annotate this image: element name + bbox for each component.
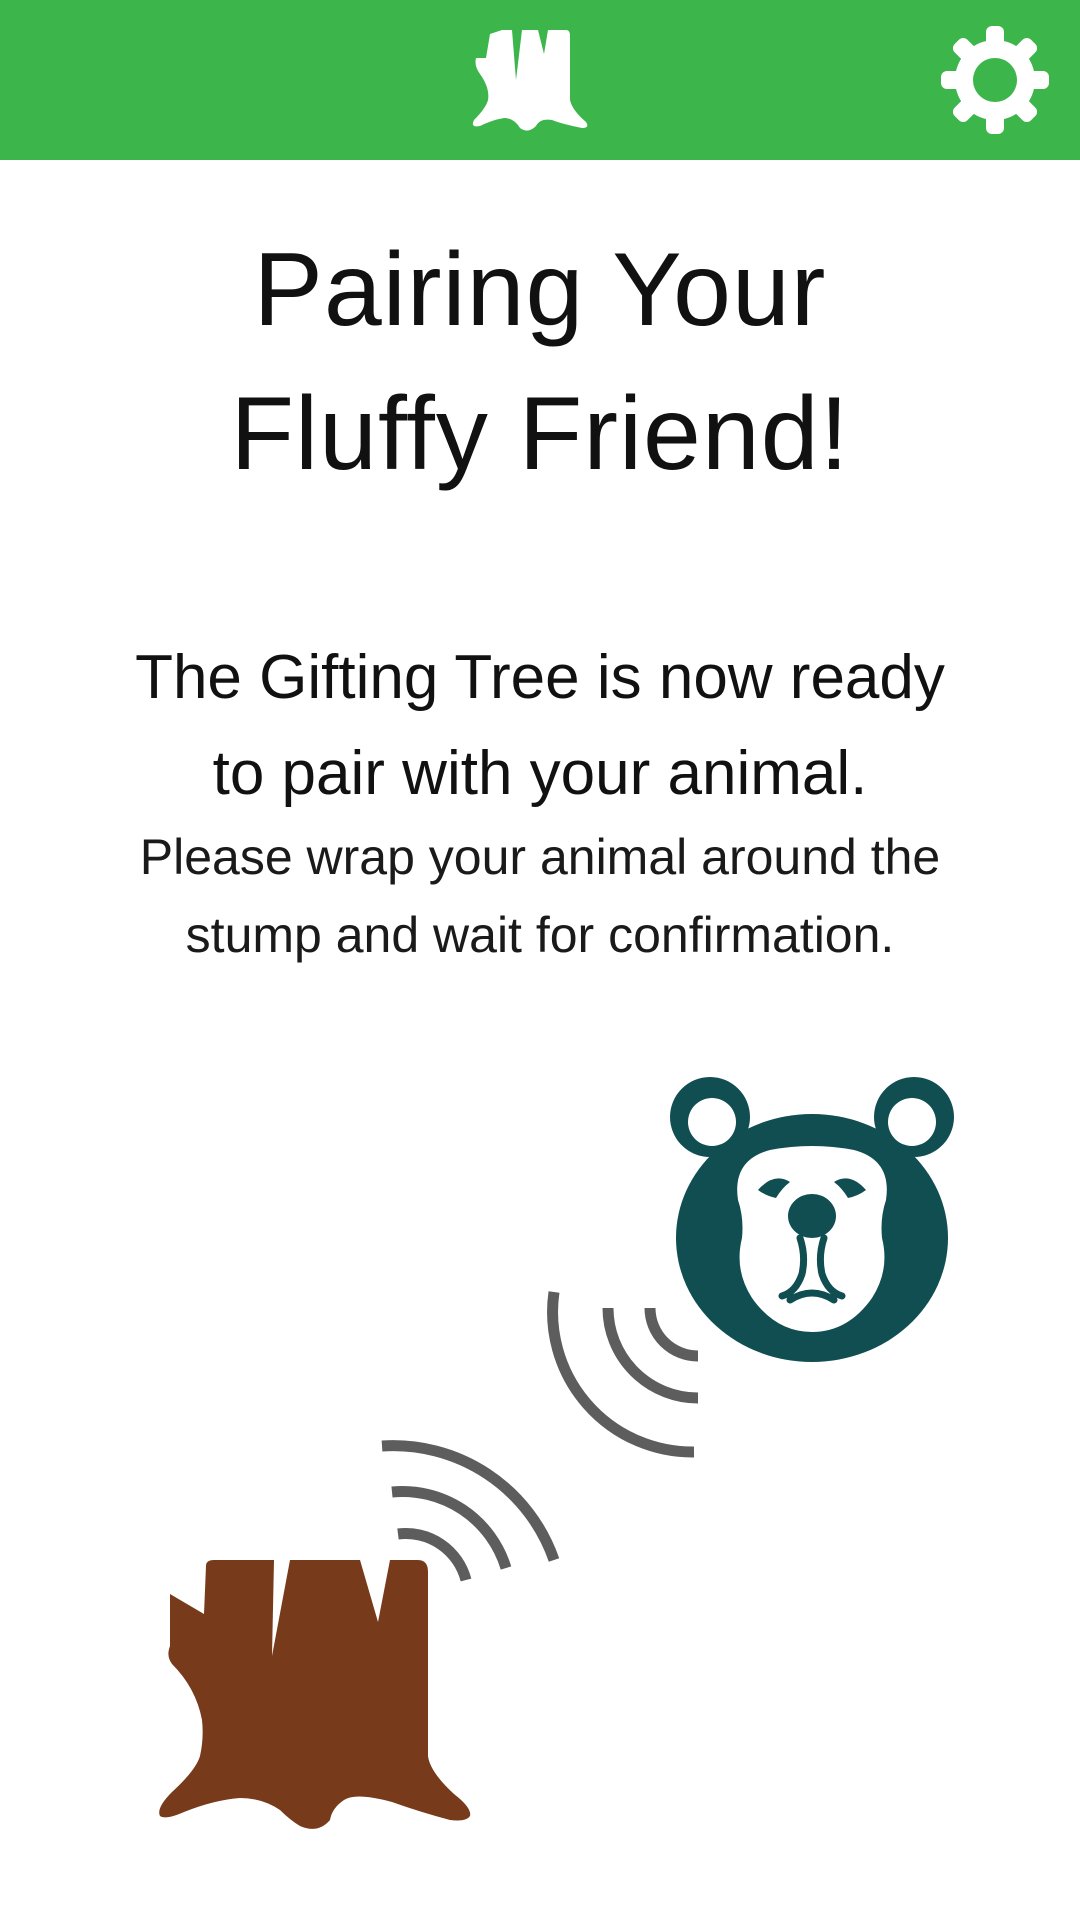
pairing-screen: Pairing Your Fluffy Friend! The Gifting … bbox=[0, 0, 1080, 1920]
instruction-message: Please wrap your animal around the stump… bbox=[0, 818, 1080, 974]
page-title-line-2: Fluffy Friend! bbox=[230, 376, 850, 492]
instruction-line-2: stump and wait for confirmation. bbox=[185, 907, 895, 963]
pairing-illustration bbox=[159, 1077, 954, 1829]
wireless-signal-icon bbox=[381, 1440, 560, 1582]
tree-stump-logo-icon bbox=[472, 30, 588, 131]
page-title-line-1: Pairing Your bbox=[253, 232, 827, 348]
instruction-line-1: Please wrap your animal around the bbox=[139, 829, 941, 885]
ready-message-line-1: The Gifting Tree is now ready bbox=[135, 643, 945, 712]
top-bar bbox=[0, 0, 1080, 160]
ready-message: The Gifting Tree is now ready to pair wi… bbox=[0, 630, 1080, 822]
tree-stump-icon bbox=[159, 1560, 471, 1829]
bear-face-icon bbox=[670, 1077, 954, 1362]
ready-message-line-2: to pair with your animal. bbox=[212, 739, 868, 808]
wireless-signal-icon bbox=[547, 1291, 699, 1458]
page-title: Pairing Your Fluffy Friend! bbox=[0, 218, 1080, 506]
settings-gear-icon[interactable] bbox=[940, 24, 1050, 136]
